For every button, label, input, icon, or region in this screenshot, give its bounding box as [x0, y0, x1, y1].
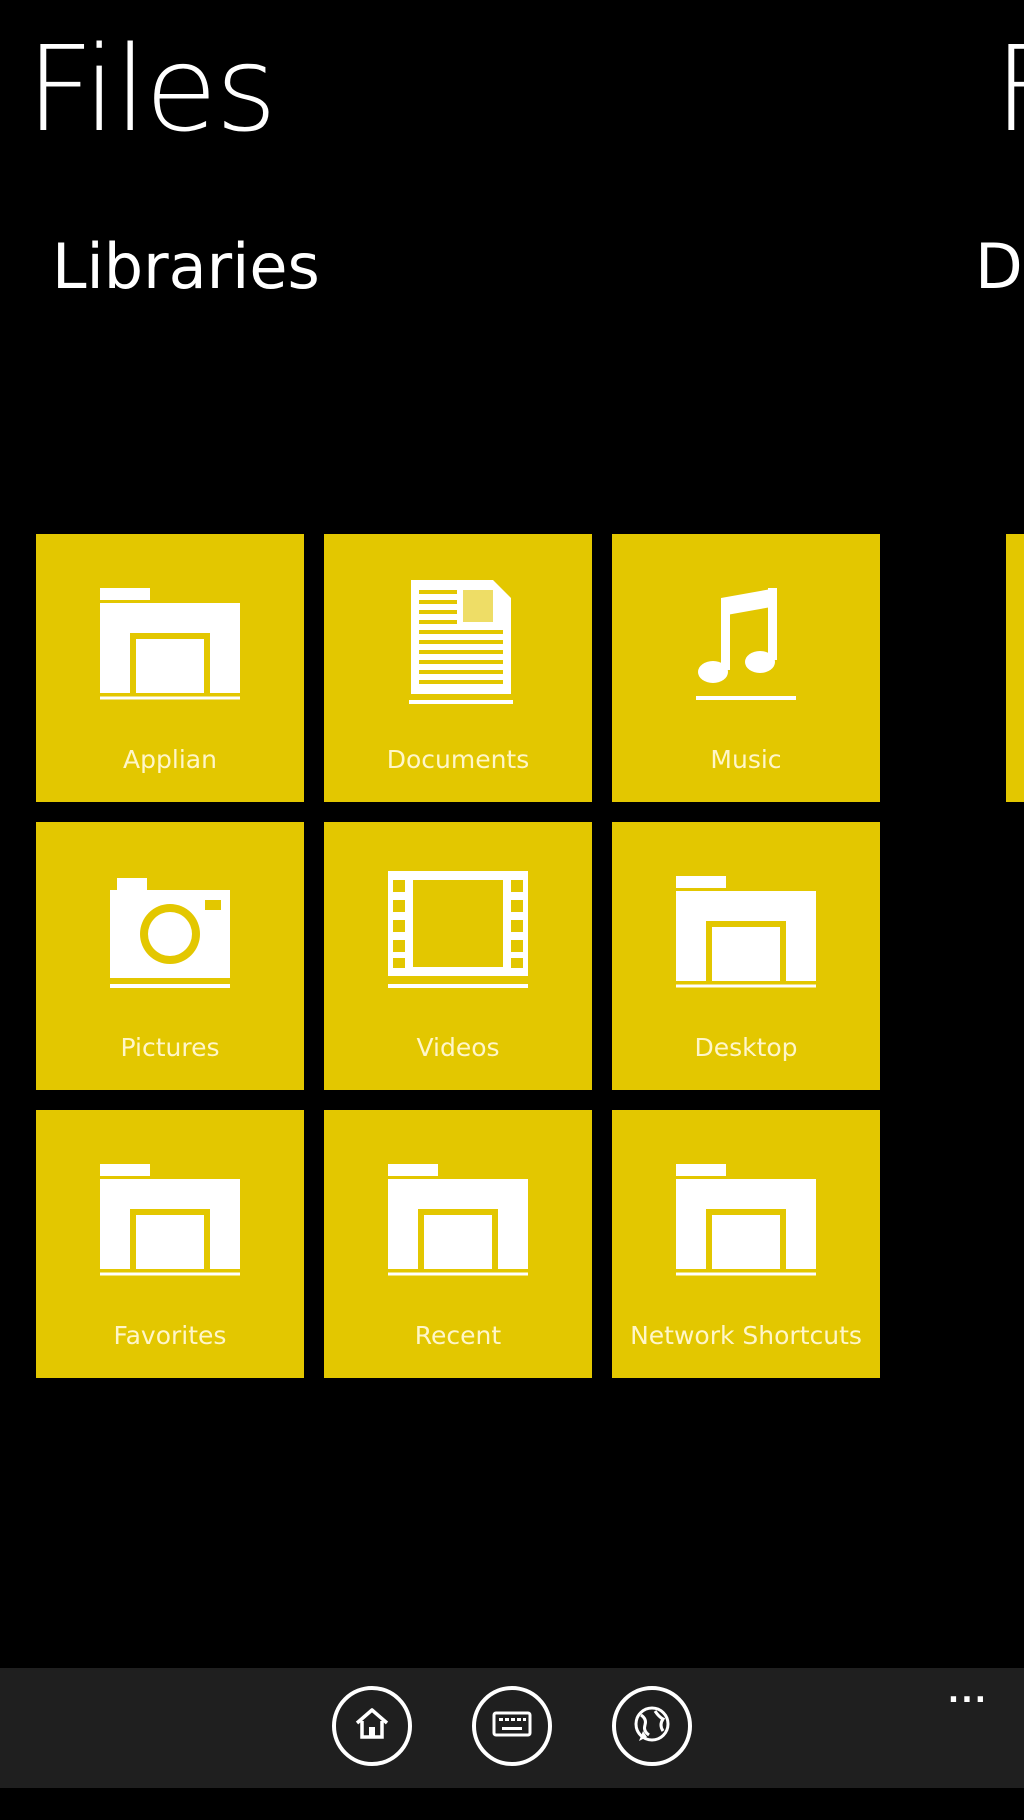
tile-label: Favorites — [113, 1321, 227, 1350]
tile-desktop[interactable]: Desktop — [612, 822, 880, 1090]
next-section-peek[interactable]: D — [975, 236, 1023, 298]
tile-label: Desktop — [694, 1033, 798, 1062]
home-button[interactable] — [332, 1686, 412, 1766]
keyboard-icon — [489, 1701, 535, 1751]
globe-icon — [629, 1701, 675, 1751]
music-note-icon — [671, 578, 821, 708]
app-bar: ... — [0, 1668, 1024, 1788]
tile-label: Music — [710, 745, 782, 774]
tile-pictures[interactable]: Pictures — [36, 822, 304, 1090]
folder-icon — [671, 866, 821, 996]
tile-applian[interactable]: Applian — [36, 534, 304, 802]
folder-icon — [95, 1154, 245, 1284]
keyboard-button[interactable] — [472, 1686, 552, 1766]
folder-icon — [95, 578, 245, 708]
camera-icon — [95, 866, 245, 996]
tile-favorites[interactable]: Favorites — [36, 1110, 304, 1378]
folder-icon — [671, 1154, 821, 1284]
tile-videos[interactable]: Videos — [324, 822, 592, 1090]
document-icon — [383, 578, 533, 708]
next-pivot-title-peek[interactable]: F — [994, 30, 1024, 148]
library-tile-grid: Applian Documents Music Pictures Videos … — [36, 534, 880, 1378]
more-options-button[interactable]: ... — [948, 1678, 988, 1708]
tile-recent[interactable]: Recent — [324, 1110, 592, 1378]
home-icon — [349, 1701, 395, 1751]
next-section-tile-peek[interactable] — [1006, 534, 1024, 802]
tile-label: Applian — [123, 745, 217, 774]
folder-icon — [383, 1154, 533, 1284]
section-title: Libraries — [52, 230, 320, 303]
tile-documents[interactable]: Documents — [324, 534, 592, 802]
page-title: Files — [26, 20, 277, 158]
tile-label: Pictures — [120, 1033, 220, 1062]
globe-button[interactable] — [612, 1686, 692, 1766]
tile-music[interactable]: Music — [612, 534, 880, 802]
tile-label: Documents — [386, 745, 530, 774]
tile-label: Videos — [416, 1033, 500, 1062]
tile-label: Recent — [414, 1321, 502, 1350]
film-icon — [383, 866, 533, 996]
tile-network-shortcuts[interactable]: Network Shortcuts — [612, 1110, 880, 1378]
tile-label: Network Shortcuts — [630, 1321, 862, 1350]
